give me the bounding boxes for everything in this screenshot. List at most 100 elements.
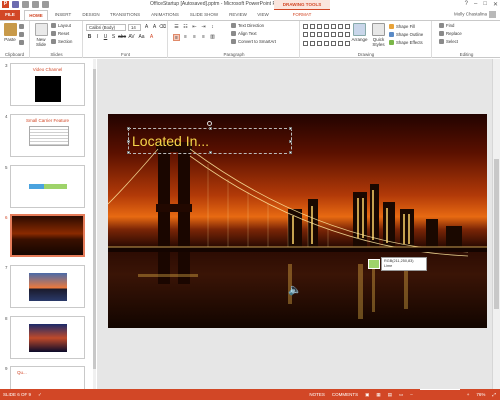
slide-thumbnail-8[interactable] xyxy=(10,316,85,359)
font-size-select[interactable]: 14 xyxy=(128,24,141,31)
slide-thumbnail-4[interactable]: Small Carrier Feature xyxy=(10,114,85,157)
scroll-thumb[interactable] xyxy=(93,69,96,369)
tab-transitions[interactable]: TRANSITIONS xyxy=(106,10,144,20)
zoom-out-icon[interactable]: – xyxy=(410,389,413,400)
italic-button[interactable]: I xyxy=(94,34,101,41)
shape-item[interactable] xyxy=(338,40,343,46)
slide-thumbnail-9[interactable]: Qu... xyxy=(10,366,85,389)
shape-item[interactable] xyxy=(303,24,308,29)
undo-icon[interactable] xyxy=(22,1,29,8)
shape-item[interactable] xyxy=(303,32,308,38)
notes-button[interactable]: NOTES xyxy=(309,389,325,400)
align-left-button[interactable]: ≡ xyxy=(173,34,180,41)
replace-button[interactable]: Replace xyxy=(439,31,462,37)
comments-button[interactable]: COMMENTS xyxy=(332,389,358,400)
shrink-font-button[interactable]: A xyxy=(151,24,158,31)
font-family-select[interactable]: Calibri (Body) xyxy=(86,24,126,31)
shape-item[interactable] xyxy=(317,32,322,38)
canvas-scrollbar[interactable] xyxy=(492,59,500,389)
shape-effects-button[interactable]: Shape Effects xyxy=(389,40,423,46)
resize-handle[interactable] xyxy=(127,140,130,143)
redo-icon[interactable] xyxy=(32,1,39,8)
shape-item[interactable] xyxy=(331,40,336,46)
numbering-button[interactable]: ☷ xyxy=(182,24,189,31)
resize-handle[interactable] xyxy=(127,151,130,154)
shape-item[interactable] xyxy=(331,32,336,38)
find-button[interactable]: Find xyxy=(439,23,454,29)
resize-handle[interactable] xyxy=(127,127,130,130)
bullets-button[interactable]: ☰ xyxy=(173,24,180,31)
slideshow-view-icon[interactable]: ▭ xyxy=(399,389,403,400)
shape-item[interactable] xyxy=(345,24,350,29)
start-slideshow-icon[interactable] xyxy=(42,1,49,8)
shape-item[interactable] xyxy=(345,32,350,38)
change-case-button[interactable]: Aa xyxy=(138,34,145,41)
audio-speaker-icon[interactable]: 🔈 xyxy=(288,283,302,296)
resize-handle[interactable] xyxy=(289,151,292,154)
fit-slide-icon[interactable]: ⤢ xyxy=(492,389,496,400)
zoom-level[interactable]: 76% xyxy=(476,389,485,400)
reading-view-icon[interactable]: ▤ xyxy=(388,389,392,400)
rotate-handle-icon[interactable] xyxy=(207,121,212,126)
convert-smartart-button[interactable]: Convert to SmartArt xyxy=(231,39,276,45)
resize-handle[interactable] xyxy=(289,140,292,143)
columns-button[interactable]: ▥ xyxy=(209,34,216,41)
shape-fill-button[interactable]: Shape Fill xyxy=(389,24,415,30)
shape-item[interactable] xyxy=(310,40,315,46)
shape-item[interactable] xyxy=(324,24,329,29)
format-painter-icon[interactable] xyxy=(19,40,26,46)
new-slide-button[interactable]: New Slide xyxy=(33,23,49,47)
shadow-button[interactable]: S xyxy=(110,34,117,41)
shape-item[interactable] xyxy=(324,32,329,38)
text-direction-button[interactable]: Text Direction xyxy=(231,23,264,29)
justify-button[interactable]: ≡ xyxy=(200,34,207,41)
arrange-button[interactable]: Arrange xyxy=(351,23,368,42)
normal-view-icon[interactable]: ▣ xyxy=(365,389,369,400)
tab-design[interactable]: DESIGN xyxy=(78,10,104,20)
resize-handle[interactable] xyxy=(289,127,292,130)
cut-icon[interactable] xyxy=(19,24,26,30)
section-button[interactable]: Section xyxy=(51,39,72,45)
select-button[interactable]: Select xyxy=(439,39,458,45)
grow-font-button[interactable]: A xyxy=(143,24,150,31)
slide-thumbnail-7[interactable] xyxy=(10,265,85,308)
quick-styles-button[interactable]: Quick Styles xyxy=(370,23,387,47)
shapes-gallery[interactable] xyxy=(303,24,350,48)
underline-button[interactable]: U xyxy=(102,34,109,41)
copy-icon[interactable] xyxy=(19,32,26,38)
layout-button[interactable]: Layout xyxy=(51,23,71,29)
decrease-indent-button[interactable]: ⇤ xyxy=(191,24,198,31)
slide-thumbnail-5[interactable] xyxy=(10,165,85,208)
char-spacing-button[interactable]: AV xyxy=(128,34,135,41)
tab-file[interactable]: FILE xyxy=(0,10,20,20)
align-text-button[interactable]: Align Text xyxy=(231,31,257,37)
zoom-in-icon[interactable]: + xyxy=(467,389,470,400)
align-right-button[interactable]: ≡ xyxy=(191,34,198,41)
shape-item[interactable] xyxy=(310,24,315,29)
maximize-button[interactable]: □ xyxy=(483,1,487,8)
close-button[interactable]: ✕ xyxy=(493,1,498,8)
user-account[interactable]: Molly Chastalina xyxy=(454,11,496,18)
line-spacing-button[interactable]: ↕ xyxy=(209,24,216,31)
clear-formatting-button[interactable]: ⌫ xyxy=(159,24,166,31)
shape-item[interactable] xyxy=(324,40,329,46)
resize-handle[interactable] xyxy=(209,127,212,130)
tab-animations[interactable]: ANIMATIONS xyxy=(147,10,183,20)
paste-button[interactable]: Paste xyxy=(2,23,18,42)
resize-handle[interactable] xyxy=(209,151,212,154)
tab-view[interactable]: VIEW xyxy=(253,10,273,20)
shape-item[interactable] xyxy=(317,24,322,29)
font-color-button[interactable]: A xyxy=(148,34,155,41)
spellcheck-icon[interactable]: ✓ xyxy=(38,389,42,400)
slide-thumbnail-6[interactable] xyxy=(10,214,85,257)
shape-item[interactable] xyxy=(345,40,350,46)
strikethrough-button[interactable]: abc xyxy=(118,34,126,41)
bold-button[interactable]: B xyxy=(86,34,93,41)
shape-item[interactable] xyxy=(317,40,322,46)
increase-indent-button[interactable]: ⇥ xyxy=(200,24,207,31)
align-center-button[interactable]: ≡ xyxy=(182,34,189,41)
slide-title[interactable]: Located In... xyxy=(132,133,209,149)
reset-button[interactable]: Reset xyxy=(51,31,69,37)
tab-insert[interactable]: INSERT xyxy=(51,10,75,20)
shape-item[interactable] xyxy=(338,24,343,29)
